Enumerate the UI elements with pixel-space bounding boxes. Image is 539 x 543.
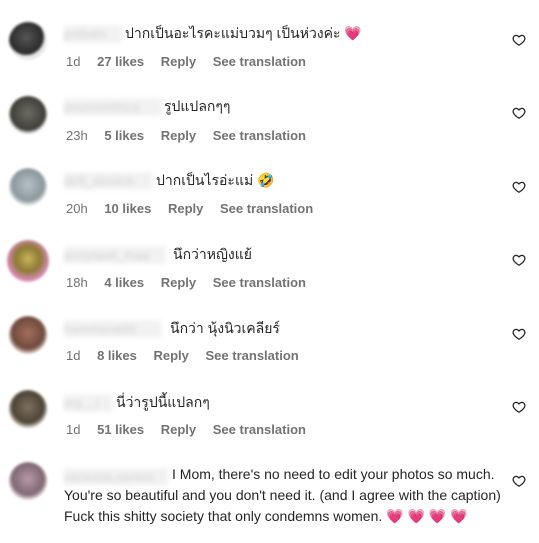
comment-text-body: นึกว่าหญิงแย้: [173, 246, 252, 262]
like-heart-icon[interactable]: [512, 33, 526, 47]
comment-meta: 1d 27 likes Reply See translation: [66, 54, 319, 70]
comment-meta: 1d 8 likes Reply See translation: [66, 348, 312, 364]
comment-username[interactable]: pnibalo: [64, 25, 122, 43]
comment-text: นึกว่าหญิงแย้: [173, 244, 252, 265]
comment-time: 20h: [66, 201, 88, 216]
comment-username[interactable]: punyapat_mqq: [64, 246, 166, 264]
like-heart-icon[interactable]: [512, 474, 526, 488]
reply-button[interactable]: Reply: [161, 54, 196, 69]
see-translation-link[interactable]: See translation: [213, 275, 306, 290]
comment-item: vanessa.santos I Mom, there's no need to…: [0, 444, 539, 543]
comment-text: รูปแปลกๆๆ: [164, 96, 230, 117]
comment-emoji: 💗 💗 💗 💗: [386, 508, 468, 524]
comment-username[interactable]: deft_devitch: [64, 172, 152, 190]
likes-count[interactable]: 4 likes: [104, 275, 144, 290]
see-translation-link[interactable]: See translation: [213, 422, 306, 437]
comment-meta: 20h 10 likes Reply See translation: [66, 201, 326, 217]
see-translation-link[interactable]: See translation: [206, 348, 299, 363]
comment-time: 23h: [66, 128, 88, 143]
comment-text-body: ปากเป็นอะไรคะแม่บวมๆ เป็นห่วงค่ะ: [125, 25, 341, 41]
likes-count[interactable]: 10 likes: [104, 201, 151, 216]
avatar[interactable]: [9, 96, 47, 134]
like-heart-icon[interactable]: [512, 180, 526, 194]
like-heart-icon[interactable]: [512, 106, 526, 120]
reply-button[interactable]: Reply: [161, 128, 196, 143]
comment-item: pnibalo ปากเป็นอะไรคะแม่บวมๆ เป็นห่วงค่ะ…: [0, 0, 539, 74]
comment-text: ปากเป็นอะไรคะแม่บวมๆ เป็นห่วงค่ะ 💗: [125, 23, 362, 44]
comment-item: punyapat_mqq นึกว่าหญิงแย้ 18h 4 likes R…: [0, 222, 539, 296]
comment-text-body: ปากเป็นไรอ่ะแม่: [156, 172, 254, 188]
comment-emoji: 🤣: [257, 172, 275, 188]
comment-text: นี่ว่ารูปนี้แปลกๆ: [116, 392, 210, 413]
comment-text: ปากเป็นไรอ่ะแม่ 🤣: [156, 170, 275, 191]
comment-time: 1d: [66, 54, 81, 69]
comment-username[interactable]: nammonatttt: [64, 320, 162, 338]
like-heart-icon[interactable]: [512, 253, 526, 267]
see-translation-link[interactable]: See translation: [213, 128, 306, 143]
see-translation-link[interactable]: See translation: [220, 201, 313, 216]
comment-username[interactable]: jnq__i: [64, 394, 112, 412]
comment-meta: 23h 5 likes Reply See translation: [66, 128, 319, 144]
avatar[interactable]: [9, 390, 47, 428]
avatar[interactable]: [9, 168, 47, 206]
comment-text-body: นี่ว่ารูปนี้แปลกๆ: [116, 394, 210, 410]
avatar[interactable]: [9, 462, 47, 500]
avatar[interactable]: [9, 316, 47, 354]
avatar[interactable]: [7, 240, 49, 282]
reply-button[interactable]: Reply: [161, 422, 196, 437]
avatar[interactable]: [9, 22, 47, 60]
like-heart-icon[interactable]: [512, 400, 526, 414]
likes-count[interactable]: 5 likes: [104, 128, 144, 143]
comment-item: nammonatttt นึกว่า นุ้งนิวเคลียร์ 1d 8 l…: [0, 296, 539, 370]
comment-time: 1d: [66, 422, 81, 437]
likes-count[interactable]: 27 likes: [97, 54, 144, 69]
comment-time: 18h: [66, 275, 88, 290]
comment-item: pourromthica รูปแปลกๆๆ 23h 5 likes Reply…: [0, 74, 539, 148]
comment-text: I Mom, there's no need to edit your phot…: [64, 464, 504, 527]
comment-meta: 1d 51 likes Reply See translation: [66, 422, 319, 438]
comment-meta: 18h 4 likes Reply See translation: [66, 275, 319, 291]
comment-item: deft_devitch ปากเป็นไรอ่ะแม่ 🤣 20h 10 li…: [0, 148, 539, 222]
likes-count[interactable]: 8 likes: [97, 348, 137, 363]
comment-username[interactable]: pourromthica: [64, 98, 162, 116]
reply-button[interactable]: Reply: [161, 275, 196, 290]
comment-emoji: 💗: [344, 25, 362, 41]
comment-time: 1d: [66, 348, 81, 363]
comment-text: นึกว่า นุ้งนิวเคลียร์: [170, 318, 280, 339]
reply-button[interactable]: Reply: [153, 348, 188, 363]
see-translation-link[interactable]: See translation: [213, 54, 306, 69]
comment-text-body: รูปแปลกๆๆ: [164, 98, 231, 114]
like-heart-icon[interactable]: [512, 327, 526, 341]
comment-text-body: นึกว่า นุ้งนิวเคลียร์: [170, 320, 280, 336]
likes-count[interactable]: 51 likes: [97, 422, 144, 437]
reply-button[interactable]: Reply: [168, 201, 203, 216]
comment-item: jnq__i นี่ว่ารูปนี้แปลกๆ 1d 51 likes Rep…: [0, 370, 539, 444]
